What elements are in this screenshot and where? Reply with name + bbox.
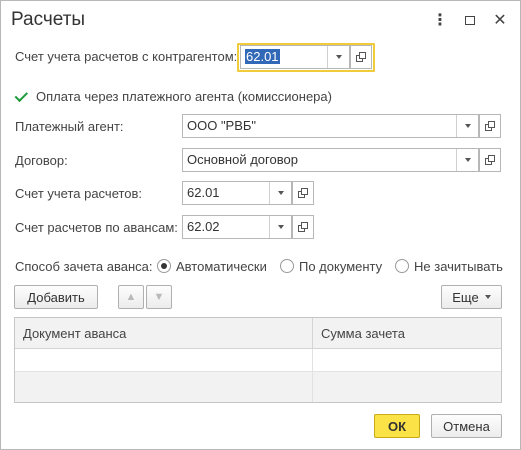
ok-button[interactable]: ОК: [374, 414, 420, 438]
column-header-offset-amount[interactable]: Сумма зачета: [321, 326, 405, 341]
dialog-title: Расчеты: [11, 9, 86, 30]
add-button[interactable]: Добавить: [14, 285, 98, 309]
chevron-down-icon[interactable]: [456, 115, 478, 137]
column-header-advance-document[interactable]: Документ аванса: [23, 326, 126, 341]
open-icon[interactable]: [479, 114, 501, 138]
radio-automatic-label[interactable]: Автоматически: [176, 259, 267, 274]
chevron-down-icon[interactable]: [327, 46, 349, 68]
maximize-icon[interactable]: [461, 11, 479, 29]
radio-do-not-offset[interactable]: [395, 259, 409, 273]
chevron-down-icon[interactable]: [456, 149, 478, 171]
table-row[interactable]: [15, 372, 501, 402]
agent-payment-checkbox[interactable]: [14, 88, 29, 104]
chevron-down-icon: [484, 295, 491, 299]
more-vertical-icon[interactable]: ⋮: [431, 11, 449, 29]
close-icon[interactable]: ✕: [491, 11, 509, 29]
open-icon[interactable]: [479, 148, 501, 172]
settlement-account-label: Счет учета расчетов:: [15, 186, 143, 201]
settlement-account-field[interactable]: 62.01: [182, 181, 292, 205]
open-icon[interactable]: [292, 181, 314, 205]
checkmark-icon: [14, 88, 29, 102]
payment-agent-field[interactable]: ООО "РВБ": [182, 114, 479, 138]
offset-method-label: Способ зачета аванса:: [15, 259, 153, 274]
advance-account-value[interactable]: 62.02: [183, 216, 269, 238]
arrow-up-icon[interactable]: ▲: [118, 285, 144, 309]
counterparty-account-label: Счет учета расчетов с контрагентом:: [15, 49, 238, 64]
contract-label: Договор:: [15, 153, 68, 168]
settlement-account-value[interactable]: 62.01: [183, 182, 269, 204]
chevron-down-icon[interactable]: [269, 182, 291, 204]
table-row[interactable]: [15, 349, 501, 372]
advance-account-label: Счет расчетов по авансам:: [15, 220, 178, 235]
settlements-dialog: Расчеты ⋮ ✕ Счет учета расчетов с контра…: [0, 0, 521, 450]
contract-value[interactable]: Основной договор: [183, 149, 456, 171]
radio-do-not-offset-label[interactable]: Не зачитывать: [414, 259, 503, 274]
more-label: Еще: [452, 289, 479, 305]
table-header: Документ аванса Сумма зачета: [15, 318, 501, 349]
advance-account-field[interactable]: 62.02: [182, 215, 292, 239]
payment-agent-label: Платежный агент:: [15, 119, 124, 134]
arrow-down-icon[interactable]: ▼: [146, 285, 172, 309]
open-icon[interactable]: [350, 45, 372, 69]
advance-table[interactable]: Документ аванса Сумма зачета: [14, 317, 502, 403]
radio-by-document[interactable]: [280, 259, 294, 273]
radio-automatic[interactable]: [157, 259, 171, 273]
counterparty-account-field[interactable]: 62.01: [240, 45, 350, 69]
cancel-button[interactable]: Отмена: [431, 414, 502, 438]
radio-by-document-label[interactable]: По документу: [299, 259, 382, 274]
contract-field[interactable]: Основной договор: [182, 148, 479, 172]
chevron-down-icon[interactable]: [269, 216, 291, 238]
counterparty-account-value[interactable]: 62.01: [245, 49, 280, 64]
open-icon[interactable]: [292, 215, 314, 239]
payment-agent-value[interactable]: ООО "РВБ": [183, 115, 456, 137]
agent-payment-label[interactable]: Оплата через платежного агента (комиссио…: [36, 89, 332, 104]
more-button[interactable]: Еще: [441, 285, 502, 309]
